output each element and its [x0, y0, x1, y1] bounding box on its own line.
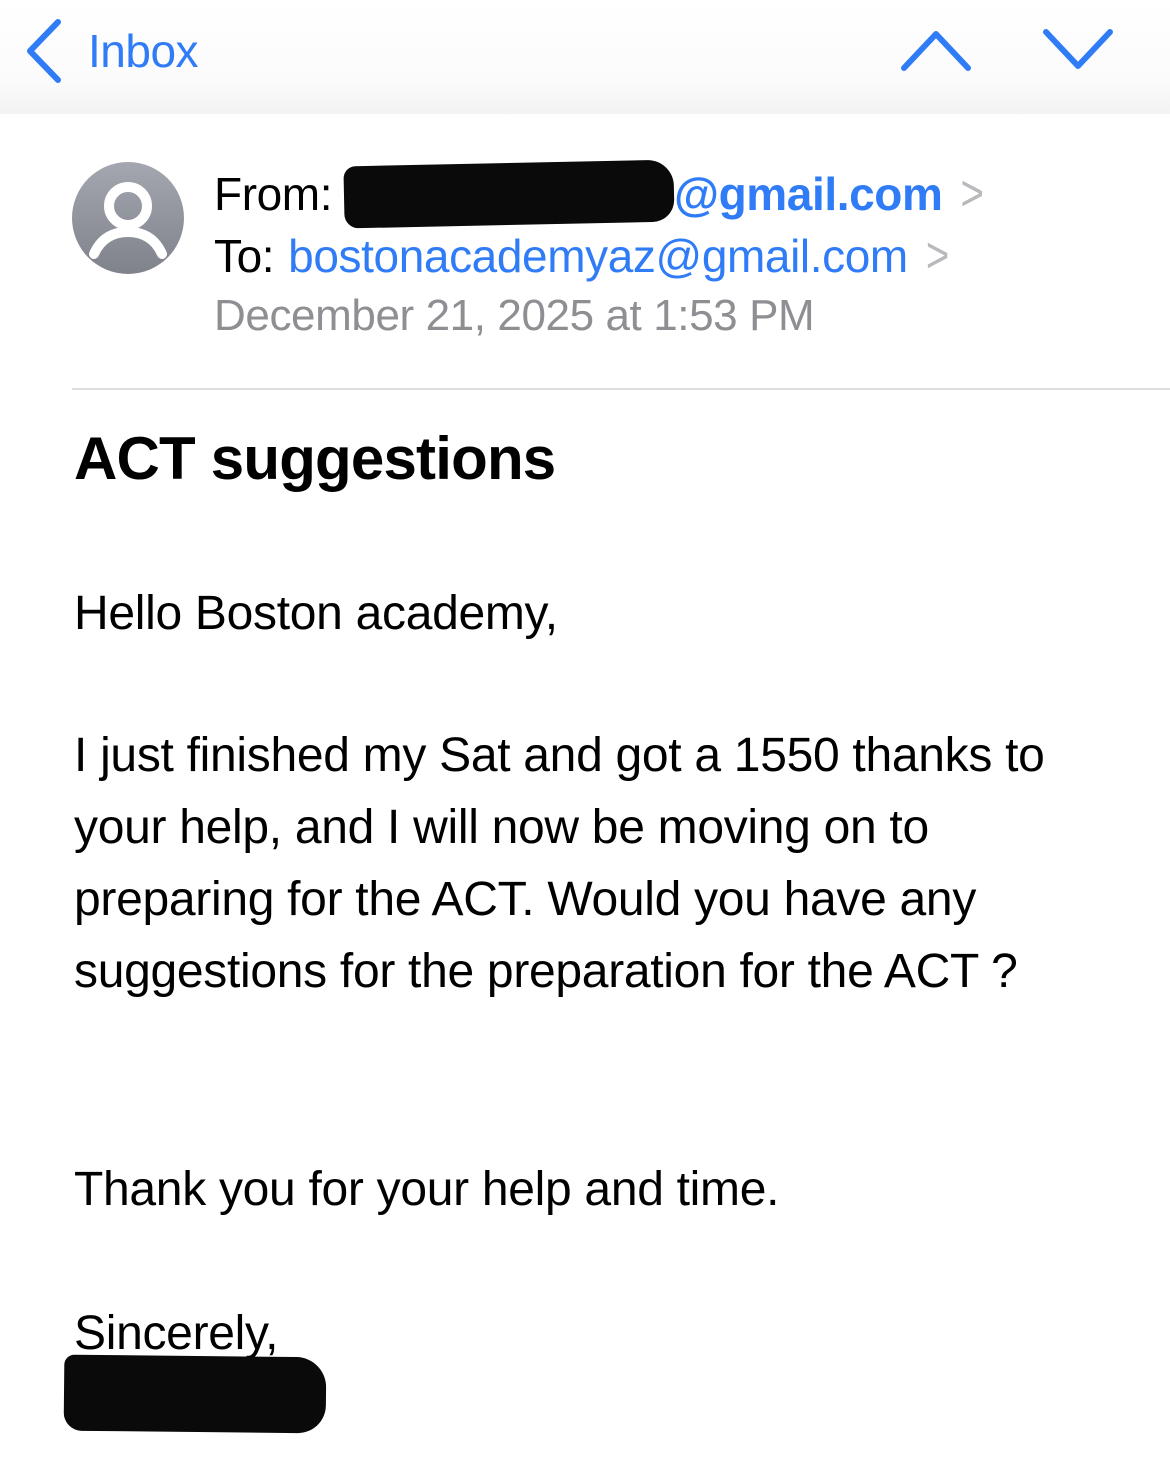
redacted-sender-name — [343, 159, 675, 229]
chevron-up-icon — [898, 22, 974, 78]
chevron-left-icon — [22, 16, 66, 86]
back-button-label: Inbox — [88, 25, 199, 77]
header-divider — [72, 388, 1170, 390]
message-body: I just finished my Sat and got a 1550 th… — [74, 729, 1045, 998]
redacted-signature — [63, 1354, 327, 1434]
to-row: To: bostonacademyaz@gmail.com > — [214, 228, 949, 284]
message-date: December 21, 2025 at 1:53 PM — [214, 291, 815, 340]
message-subject: ACT suggestions — [74, 425, 556, 492]
to-label: To: — [214, 230, 275, 282]
sender-avatar[interactable] — [72, 162, 184, 274]
back-to-inbox-button[interactable]: Inbox — [22, 14, 199, 88]
message-greeting: Hello Boston academy, — [74, 587, 558, 640]
next-message-button[interactable] — [1040, 22, 1116, 78]
person-icon — [72, 162, 184, 274]
from-label: From: — [214, 168, 333, 220]
from-row: From: @gmail.com > — [214, 159, 984, 229]
from-disclosure-chevron-icon[interactable]: > — [960, 166, 983, 222]
navigation-bar: Inbox — [0, 0, 1170, 114]
to-email-link[interactable]: bostonacademyaz@gmail.com — [288, 229, 908, 283]
from-email-link[interactable]: @gmail.com — [674, 167, 943, 221]
to-disclosure-chevron-icon[interactable]: > — [926, 228, 949, 284]
message-thanks: Thank you for your help and time. — [74, 1163, 780, 1216]
previous-message-button[interactable] — [898, 22, 974, 78]
chevron-down-icon — [1040, 22, 1116, 78]
